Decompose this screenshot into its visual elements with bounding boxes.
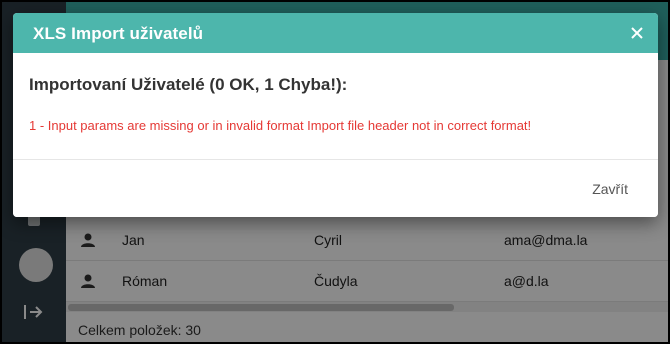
import-dialog: XLS Import uživatelů Importovaní Uživate…: [13, 13, 658, 217]
screen-frame: Jan Cyril ama@dma.la Róman Čudyla a@d.la…: [0, 0, 670, 344]
dialog-title: XLS Import uživatelů: [33, 24, 204, 43]
dialog-body: Importovaní Uživatelé (0 OK, 1 Chyba!): …: [13, 53, 658, 159]
error-message: 1 - Input params are missing or in inval…: [29, 118, 532, 133]
import-summary: Importovaní Uživatelé (0 OK, 1 Chyba!):: [29, 75, 348, 94]
close-icon[interactable]: [626, 22, 648, 44]
close-button[interactable]: Zavřít: [592, 181, 628, 197]
dialog-footer: Zavřít: [13, 159, 658, 217]
dialog-header: XLS Import uživatelů: [13, 13, 658, 53]
